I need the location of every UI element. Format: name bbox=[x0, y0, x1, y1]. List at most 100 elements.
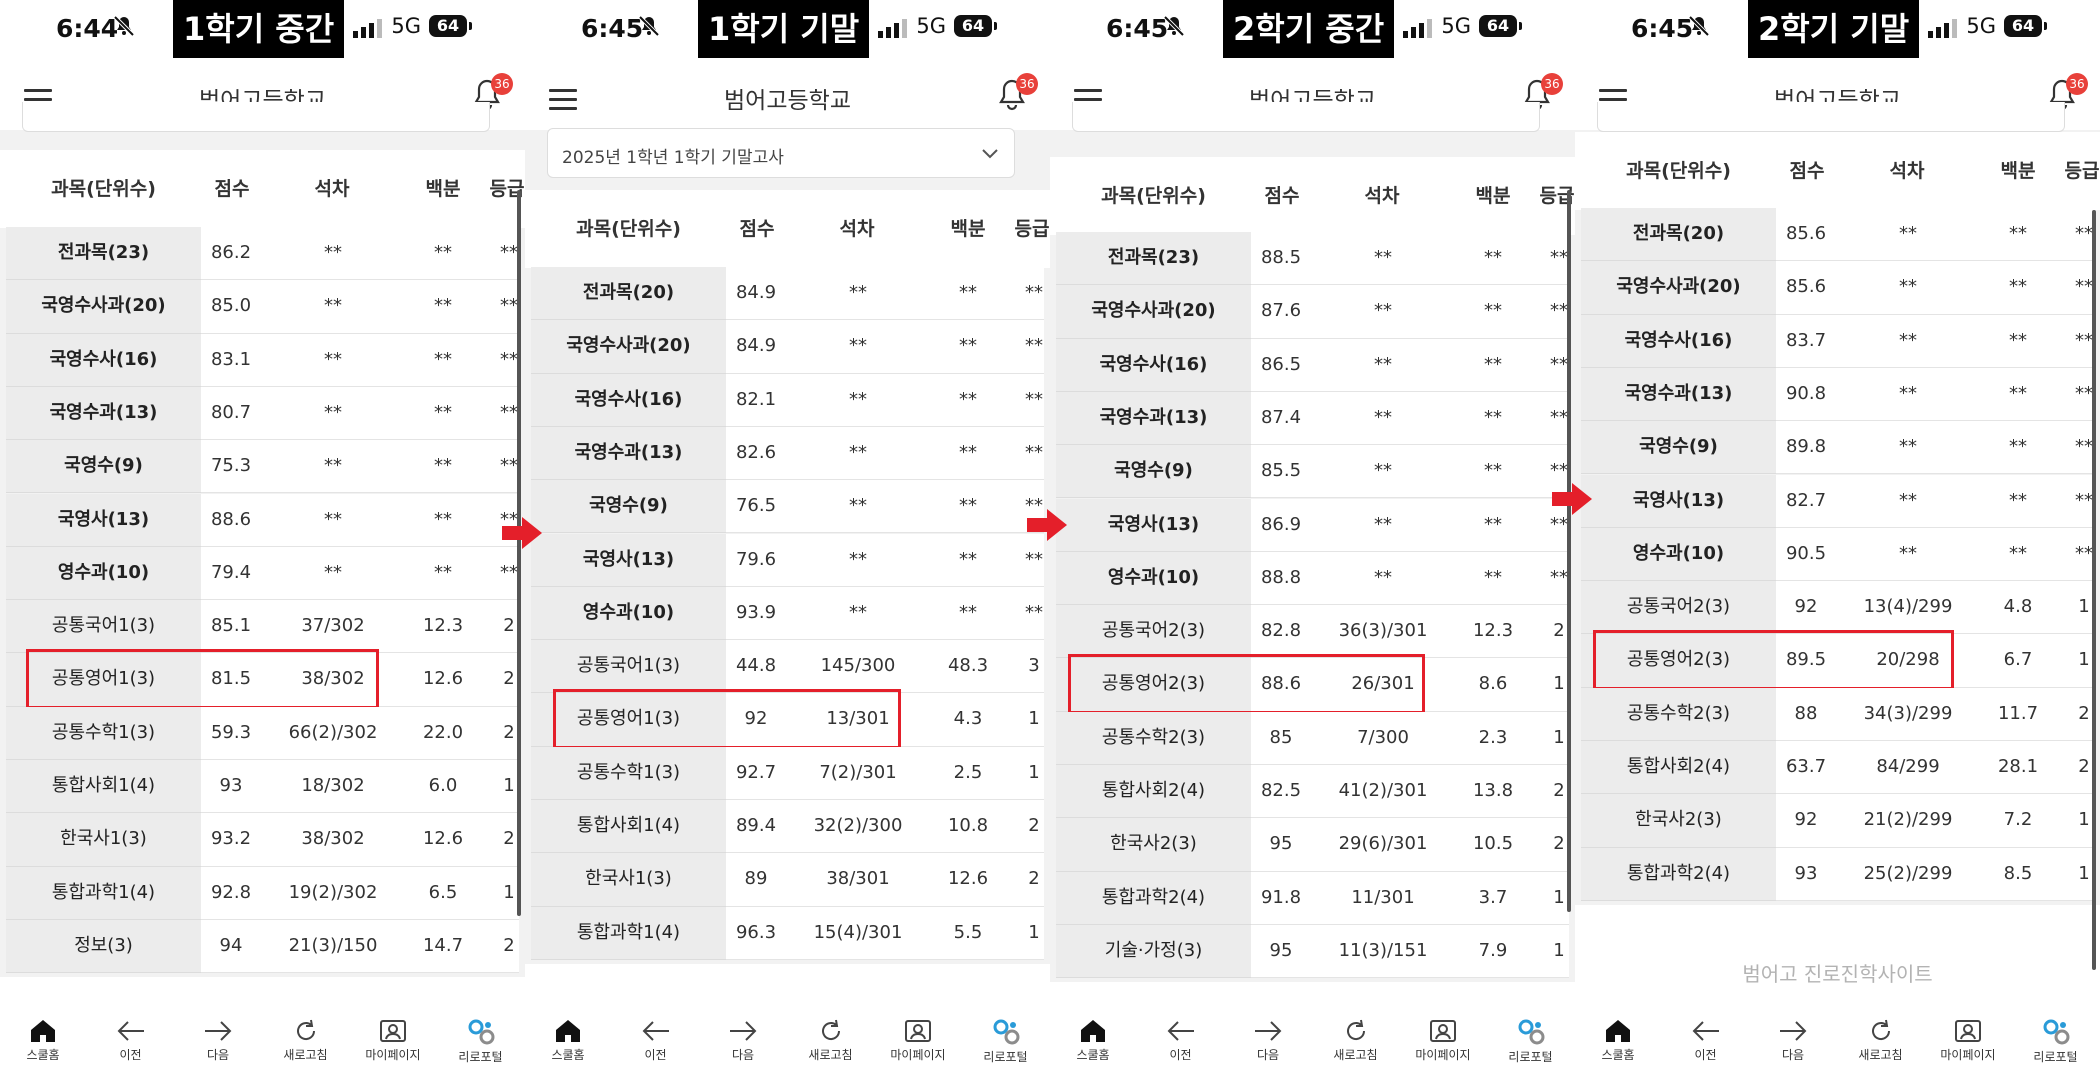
nav-home-button[interactable]: 스쿨홈 bbox=[1578, 1018, 1658, 1063]
nav-prev-button[interactable]: 이전 bbox=[91, 1018, 171, 1063]
nav-label: 마이페이지 bbox=[365, 1048, 421, 1062]
nav-prev-button[interactable]: 이전 bbox=[616, 1018, 696, 1063]
score-row: 국영수과(13) 87.4 ** ** ** bbox=[1050, 391, 1575, 446]
score-cells: 85.1 37/302 12.3 2 bbox=[201, 600, 519, 654]
score-cell: 86.9 bbox=[1260, 513, 1302, 535]
refresh-icon bbox=[791, 1018, 871, 1044]
grade-cell: 2 bbox=[1028, 815, 1040, 836]
grade-cell: ** bbox=[1025, 388, 1043, 410]
rank-cell: 25(2)/299 bbox=[1863, 862, 1953, 884]
nav-mypage-button[interactable]: 마이페이지 bbox=[1403, 1018, 1483, 1063]
percent-cell: ** bbox=[434, 401, 452, 423]
nav-refresh-button[interactable]: 새로고침 bbox=[791, 1018, 871, 1063]
subject-name: 국영수사과(20) bbox=[6, 280, 201, 334]
nav-prev-button[interactable]: 이전 bbox=[1141, 1018, 1221, 1063]
exam-select-value: 2025년 1학년 1학기 기말고사 bbox=[562, 148, 784, 168]
column-header-score: 점수 bbox=[1789, 160, 1825, 182]
network-type: 5G bbox=[391, 14, 421, 38]
score-row: 국영수(9) 75.3 ** ** ** bbox=[0, 440, 525, 494]
subject-name: 한국사2(3) bbox=[1056, 818, 1251, 872]
nav-label: 이전 bbox=[644, 1048, 667, 1062]
nav-prev-button[interactable]: 이전 bbox=[1666, 1018, 1746, 1063]
nav-label: 새로고침 bbox=[1333, 1048, 1378, 1062]
subject-name: 통합사회1(4) bbox=[531, 800, 726, 854]
exam-select-box[interactable] bbox=[1597, 102, 2065, 132]
score-cells: 82.7 ** ** ** bbox=[1776, 474, 2094, 528]
score-cell: 93 bbox=[219, 775, 243, 796]
score-cells: 93.2 38/302 12.6 2 bbox=[201, 813, 519, 867]
nav-label: 스쿨홈 bbox=[551, 1048, 585, 1062]
notification-bell-icon[interactable]: 36 bbox=[996, 73, 1038, 113]
exam-select-box[interactable] bbox=[1072, 102, 1540, 132]
nav-portal-button[interactable]: 리로포털 bbox=[2016, 1018, 2096, 1065]
nav-home-button[interactable]: 스쿨홈 bbox=[528, 1018, 608, 1063]
percent-cell: 7.9 bbox=[1478, 939, 1508, 961]
percent-cell: 2.5 bbox=[953, 761, 983, 783]
network-type: 5G bbox=[1441, 14, 1471, 38]
grade-cell: 2 bbox=[503, 934, 515, 956]
percent-cell: 10.5 bbox=[1472, 833, 1514, 855]
nav-refresh-button[interactable]: 새로고침 bbox=[1841, 1018, 1921, 1063]
score-cell: 85.0 bbox=[210, 295, 252, 317]
nav-mypage-button[interactable]: 마이페이지 bbox=[878, 1018, 958, 1063]
score-row: 공통수학1(3) 59.3 66(2)/302 22.0 2 bbox=[0, 706, 525, 760]
nav-mypage-button[interactable]: 마이페이지 bbox=[353, 1018, 433, 1063]
nav-next-button[interactable]: 다음 bbox=[1753, 1018, 1833, 1063]
score-cell: 83.7 bbox=[1785, 329, 1827, 351]
network-type: 5G bbox=[1966, 14, 1996, 38]
score-row: 통합사회1(4) 93 18/302 6.0 1 bbox=[0, 760, 525, 814]
score-cell: 86.5 bbox=[1260, 353, 1302, 375]
score-row: 국영수사(16) 83.1 ** ** ** bbox=[0, 333, 525, 387]
subject-name: 국영수사(16) bbox=[1056, 338, 1251, 392]
exam-period-label: 2학기 기말 bbox=[1748, 0, 1920, 58]
column-header-grade: 등급 bbox=[2064, 160, 2100, 182]
nav-portal-button[interactable]: 리로포털 bbox=[1491, 1018, 1571, 1065]
nav-next-button[interactable]: 다음 bbox=[1228, 1018, 1308, 1063]
scrollbar-thumb[interactable] bbox=[517, 190, 521, 916]
score-cells: 76.5 ** ** ** bbox=[726, 480, 1044, 534]
score-cells: 92.8 19(2)/302 6.5 1 bbox=[201, 866, 519, 920]
rank-cell: 34(3)/299 bbox=[1863, 702, 1953, 724]
score-row: 한국사2(3) 95 29(6)/301 10.5 2 bbox=[1050, 818, 1575, 872]
score-row: 통합과학1(4) 96.3 15(4)/301 5.5 1 bbox=[525, 906, 1050, 960]
bottom-navigation: 스쿨홈 이전 다음 새로고침 마이페이지 리로포털 bbox=[0, 1010, 525, 1080]
exam-select-box[interactable] bbox=[22, 102, 490, 132]
nav-mypage-button[interactable]: 마이페이지 bbox=[1928, 1018, 2008, 1063]
exam-select-dropdown[interactable]: 2025년 1학년 1학기 기말고사 bbox=[547, 128, 1015, 178]
score-cells: 92 21(2)/299 7.2 1 bbox=[1776, 794, 2094, 848]
score-cells: 91.8 11/301 3.7 1 bbox=[1251, 871, 1569, 925]
forward-arrow-icon bbox=[1753, 1018, 1833, 1044]
percent-cell: ** bbox=[1484, 406, 1502, 428]
score-cells: 94 21(3)/150 14.7 2 bbox=[201, 919, 519, 974]
score-cells: 59.3 66(2)/302 22.0 2 bbox=[201, 706, 519, 760]
nav-next-button[interactable]: 다음 bbox=[703, 1018, 783, 1063]
nav-home-button[interactable]: 스쿨홈 bbox=[3, 1018, 83, 1063]
nav-portal-button[interactable]: 리로포털 bbox=[966, 1018, 1046, 1065]
percent-cell: 28.1 bbox=[1997, 756, 2039, 777]
nav-portal-button[interactable]: 리로포털 bbox=[441, 1018, 521, 1065]
signal-icon bbox=[1928, 18, 1958, 38]
score-table-header: 과목(단위수) 점수 석차 백분 등급 bbox=[525, 190, 1050, 268]
score-row: 국영수사과(20) 85.6 ** ** ** bbox=[1575, 261, 2100, 315]
grade-cell: 1 bbox=[1028, 761, 1040, 783]
highlight-box bbox=[553, 689, 901, 749]
subject-name: 국영수사(16) bbox=[531, 373, 726, 427]
rank-cell: ** bbox=[1899, 542, 1917, 564]
score-cell: 90.5 bbox=[1785, 542, 1827, 564]
score-cells: 82.6 ** ** ** bbox=[726, 426, 1044, 481]
nav-home-button[interactable]: 스쿨홈 bbox=[1053, 1018, 1133, 1063]
rank-cell: ** bbox=[324, 348, 342, 370]
career-site-link[interactable]: 범어고 진로진학사이트 bbox=[1575, 958, 2100, 987]
scrollbar-thumb[interactable] bbox=[2092, 210, 2096, 970]
score-cell: 95 bbox=[1269, 833, 1293, 855]
subject-name: 국영수(9) bbox=[1056, 445, 1251, 499]
grade-cell: ** bbox=[1025, 282, 1043, 303]
scrollbar-thumb[interactable] bbox=[1567, 190, 1571, 912]
rank-cell: 7/300 bbox=[1357, 726, 1409, 748]
nav-refresh-button[interactable]: 새로고침 bbox=[266, 1018, 346, 1063]
rank-cell: 21(2)/299 bbox=[1863, 809, 1953, 831]
score-cell: 82.6 bbox=[735, 441, 777, 463]
nav-refresh-button[interactable]: 새로고침 bbox=[1316, 1018, 1396, 1063]
score-cells: 85.6 ** ** ** bbox=[1776, 208, 2094, 262]
nav-next-button[interactable]: 다음 bbox=[178, 1018, 258, 1063]
